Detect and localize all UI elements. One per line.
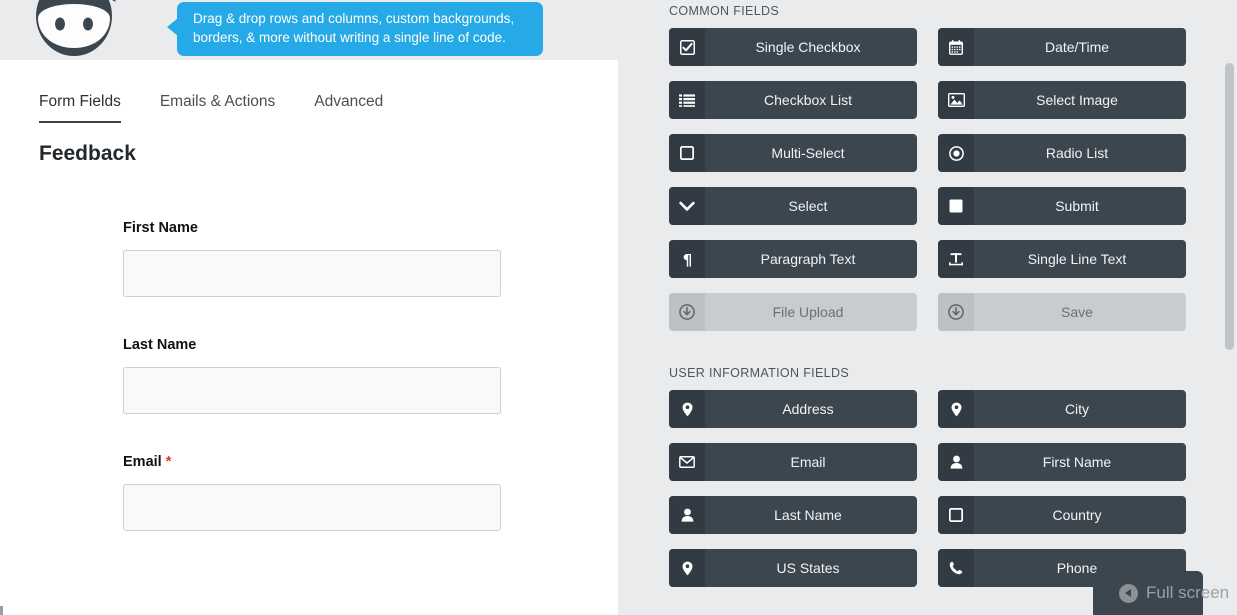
field-button-us-states[interactable]: US States [669,549,917,587]
field-button-last-name[interactable]: Last Name [669,496,917,534]
map-pin-icon [669,390,705,428]
field-button-label: Submit [1055,198,1099,214]
field-button-label: Country [1052,507,1102,523]
field-button-label: First Name [1042,454,1112,470]
fullscreen-label: Full screen [1146,583,1230,602]
vertical-scrollbar-track[interactable] [1222,0,1237,615]
calendar-icon [938,28,974,66]
field-button-submit[interactable]: Submit [938,187,1186,225]
field-button-label: Address [782,401,834,417]
field-palette-pane: COMMON FIELDS Single Checkbox Date/Time … [618,0,1237,615]
tooltip-line-1: Drag & drop rows and columns, custom bac… [193,11,515,26]
field-button-first-name[interactable]: First Name [938,443,1186,481]
field-button-label: Date/Time [1044,39,1110,55]
field-button-file-upload[interactable]: File Upload [669,293,917,331]
field-input-email[interactable] [123,484,501,531]
field-button-label: Single Line Text [1027,251,1127,267]
section-heading-user-information-fields: USER INFORMATION FIELDS [669,366,850,380]
field-button-multi-select[interactable]: Multi-Select [669,134,917,172]
field-label-first-name: First Name [123,220,618,236]
field-spacer [0,414,618,454]
form-title: Feedback [39,142,136,165]
field-button-radio-list[interactable]: Radio List [938,134,1186,172]
text-width-icon [938,240,974,278]
field-button-email[interactable]: Email [669,443,917,481]
required-marker: * [165,454,172,470]
field-input-last-name[interactable] [123,367,501,414]
user-icon [669,496,705,534]
square-filled-icon [938,187,974,225]
field-label-text: Email [123,454,162,470]
tab-advanced[interactable]: Advanced [314,93,383,123]
bottom-left-marker [0,606,3,615]
form-editor-card: Form Fields Emails & Actions Advanced Fe… [0,60,618,615]
drag-drop-tooltip: Drag & drop rows and columns, custom bac… [167,2,543,56]
field-button-checkbox-list[interactable]: Checkbox List [669,81,917,119]
field-button-label: US States [776,560,840,576]
common-fields-grid: Single Checkbox Date/Time Checkbox List … [618,28,1237,346]
form-builder-app: Drag & drop rows and columns, custom bac… [0,0,1237,615]
download-circle-icon [938,293,974,331]
field-button-label: Last Name [774,507,842,523]
pilcrow-icon: ¶ [669,240,705,278]
phone-icon [938,549,974,587]
svg-text:¶: ¶ [682,252,692,267]
tab-form-fields[interactable]: Form Fields [39,93,121,123]
section-heading-common-fields: COMMON FIELDS [669,4,780,18]
chevron-down-icon [669,187,705,225]
map-pin-icon [669,549,705,587]
checkbox-checked-icon [669,28,705,66]
field-button-label: Radio List [1045,145,1109,161]
form-field-first-name[interactable]: First Name [0,220,618,297]
field-button-select[interactable]: Select [669,187,917,225]
form-field-last-name[interactable]: Last Name [0,337,618,414]
square-outline-icon [669,134,705,172]
image-icon [938,81,974,119]
radio-button-icon [938,134,974,172]
form-preview-pane: Drag & drop rows and columns, custom bac… [0,0,618,615]
square-outline-icon [938,496,974,534]
tooltip-line-2: borders, & more without writing a single… [193,29,506,45]
fullscreen-toggle[interactable]: Full screen [1093,571,1229,615]
field-button-label: Multi-Select [771,145,845,161]
field-button-country[interactable]: Country [938,496,1186,534]
tab-emails-actions[interactable]: Emails & Actions [160,93,275,123]
field-label-text: Last Name [123,337,197,353]
field-button-label: Single Checkbox [755,39,861,55]
field-button-city[interactable]: City [938,390,1186,428]
field-button-label: City [1064,401,1090,417]
form-field-email[interactable]: Email * [0,454,618,531]
field-button-select-image[interactable]: Select Image [938,81,1186,119]
field-button-label: Paragraph Text [760,251,856,267]
field-button-single-checkbox[interactable]: Single Checkbox [669,28,917,66]
field-button-date-time[interactable]: Date/Time [938,28,1186,66]
field-button-label: Select [788,198,828,214]
field-label-email: Email * [123,454,618,470]
envelope-icon [669,443,705,481]
field-button-paragraph-text[interactable]: ¶ Paragraph Text [669,240,917,278]
map-pin-icon [938,390,974,428]
field-button-label: File Upload [772,304,844,320]
user-icon [938,443,974,481]
field-button-label: Email [790,454,826,470]
field-button-single-line-text[interactable]: Single Line Text [938,240,1186,278]
field-button-label: Checkbox List [764,92,852,108]
editor-tabs: Form Fields Emails & Actions Advanced [39,93,422,123]
field-spacer [0,297,618,337]
field-button-save[interactable]: Save [938,293,1186,331]
field-button-label: Save [1061,304,1093,320]
ninja-forms-logo [36,0,116,56]
download-circle-icon [669,293,705,331]
field-label-last-name: Last Name [123,337,618,353]
back-arrow-circle-icon [1119,583,1138,603]
field-button-address[interactable]: Address [669,390,917,428]
field-button-label: Select Image [1036,92,1118,108]
field-input-first-name[interactable] [123,250,501,297]
list-icon [669,81,705,119]
vertical-scrollbar-thumb[interactable] [1225,63,1234,350]
field-label-text: First Name [123,220,198,236]
form-field-list: First Name Last Name Email * [0,220,618,531]
